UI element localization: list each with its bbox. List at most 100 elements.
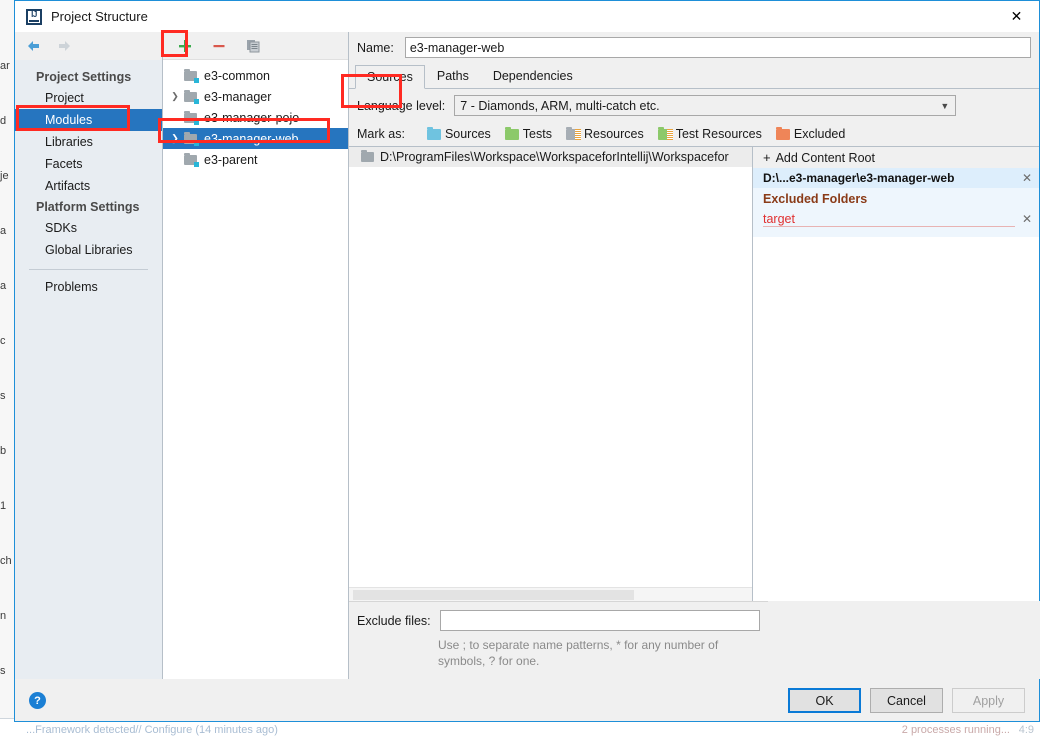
language-level-label: Language level: [357, 98, 446, 113]
content-root-path-text: D:\ProgramFiles\Workspace\WorkspaceforIn… [380, 150, 729, 164]
module-row-e3-parent[interactable]: e3-parent [163, 149, 348, 170]
sidebar-item-artifacts[interactable]: Artifacts [15, 175, 162, 197]
excluded-folders-header: Excluded Folders [753, 188, 1039, 209]
status-bar-zoom-text: 4:9 [1018, 724, 1034, 736]
module-tab-strip: Sources Paths Dependencies [349, 63, 1039, 89]
sidebar-item-global-libraries[interactable]: Global Libraries [15, 239, 162, 261]
module-name-input[interactable] [404, 37, 1031, 58]
intellij-idea-logo-icon [26, 8, 42, 25]
excluded-section-filler [753, 229, 1039, 237]
module-list-column: e3-common ❯ e3-manager e3-manager-pojo ❯… [163, 32, 349, 679]
minus-icon[interactable] [209, 36, 229, 56]
resources-folder-icon [565, 126, 581, 140]
arrow-left-icon[interactable] [25, 37, 43, 55]
tab-dependencies[interactable]: Dependencies [481, 64, 585, 88]
mark-as-resources-button[interactable]: Resources [565, 126, 644, 141]
mark-as-excluded-button[interactable]: Excluded [775, 126, 846, 141]
mark-as-sources-button[interactable]: Sources [426, 126, 491, 141]
exclude-files-input[interactable] [439, 610, 760, 631]
language-level-value: 7 - Diamonds, ARM, multi-catch etc. [460, 98, 660, 113]
sources-folder-icon [426, 126, 441, 140]
source-roots-empty-area [349, 167, 752, 587]
dialog-button-group: OK Cancel Apply [788, 688, 1025, 713]
mark-as-excluded-label: Excluded [793, 127, 846, 141]
chevron-right-icon[interactable]: ❯ [167, 91, 183, 102]
module-row-e3-manager[interactable]: ❯ e3-manager [163, 86, 348, 107]
sidebar-group-project-settings: Project Settings [36, 70, 132, 84]
mark-as-label: Mark as: [357, 127, 405, 141]
close-icon[interactable]: ✕ [1021, 172, 1033, 184]
status-bar-processes-text: 2 processes running... [901, 724, 1010, 736]
module-label: e3-manager-pojo [204, 110, 300, 125]
tab-paths[interactable]: Paths [425, 64, 481, 88]
excluded-folder-name: target [763, 212, 1015, 227]
sidebar-group-platform-settings: Platform Settings [36, 200, 140, 214]
sidebar-item-problems[interactable]: Problems [15, 276, 162, 298]
close-icon[interactable]: ✕ [1021, 213, 1033, 225]
exclude-files-hint: Use ; to separate name patterns, * for a… [438, 638, 719, 668]
module-folder-icon [183, 152, 199, 167]
sidebar-item-modules[interactable]: Modules [15, 109, 162, 131]
project-structure-dialog: Project Structure ✕ Project Setti [14, 0, 1040, 722]
apply-button: Apply [952, 688, 1025, 713]
plus-icon: + [763, 150, 771, 165]
mark-as-resources-label: Resources [583, 127, 644, 141]
horizontal-scrollbar[interactable] [349, 587, 752, 601]
chevron-down-icon: ▼ [940, 100, 950, 111]
language-level-dropdown[interactable]: 7 - Diamonds, ARM, multi-catch etc. ▼ [454, 95, 957, 116]
module-label: e3-common [204, 68, 270, 83]
module-detail-column: Name: Sources Paths Dependencies Languag… [349, 32, 1040, 679]
left-navigation-column: Project Settings Project Modules Librari… [15, 32, 163, 679]
exclude-files-label: Exclude files: [357, 613, 431, 628]
module-label: e3-manager [204, 89, 272, 104]
dialog-title-bar: Project Structure ✕ [15, 1, 1039, 32]
mark-as-tests-label: Tests [522, 127, 552, 141]
sidebar-item-project[interactable]: Project [15, 87, 162, 109]
content-root-sidebar: + Add Content Root D:\...e3-manager\e3-m… [753, 147, 1039, 601]
module-label: e3-parent [204, 152, 258, 167]
module-folder-icon [183, 131, 199, 146]
content-root-sidebar-empty-area [753, 237, 1039, 601]
chevron-right-icon[interactable]: ❯ [167, 133, 183, 144]
add-content-root-button[interactable]: + Add Content Root [753, 147, 1039, 168]
exclude-files-row: Exclude files: [357, 610, 760, 631]
mark-as-test-resources-label: Test Resources [675, 127, 762, 141]
mark-as-tests-button[interactable]: Tests [504, 126, 552, 141]
excluded-folder-row[interactable]: target ✕ [753, 209, 1039, 229]
content-root-path-row[interactable]: D:\ProgramFiles\Workspace\WorkspaceforIn… [349, 147, 752, 167]
content-roots-area: D:\ProgramFiles\Workspace\WorkspaceforIn… [349, 146, 1039, 601]
module-label: e3-manager-web [204, 131, 299, 146]
mark-as-row: Mark as: Sources Tests Resources Test Re… [349, 122, 1039, 146]
tests-folder-icon [504, 126, 519, 140]
module-name-label: Name: [357, 40, 394, 55]
module-folder-icon [183, 89, 199, 104]
module-row-e3-common[interactable]: e3-common [163, 65, 348, 86]
exclude-files-block: Exclude files: Use ; to separate name pa… [349, 601, 768, 679]
folder-icon [361, 150, 374, 162]
close-icon[interactable]: ✕ [994, 1, 1039, 31]
help-icon[interactable]: ? [29, 692, 46, 709]
ok-button[interactable]: OK [788, 688, 861, 713]
module-folder-icon [183, 110, 199, 125]
source-roots-pane: D:\ProgramFiles\Workspace\WorkspaceforIn… [349, 147, 753, 601]
module-row-e3-manager-web[interactable]: ❯ e3-manager-web [163, 128, 348, 149]
cancel-button[interactable]: Cancel [870, 688, 943, 713]
module-folder-icon [183, 68, 199, 83]
tab-sources[interactable]: Sources [355, 65, 425, 89]
dialog-body: Project Settings Project Modules Librari… [15, 32, 1040, 679]
sidebar-item-sdks[interactable]: SDKs [15, 217, 162, 239]
content-root-item[interactable]: D:\...e3-manager\e3-manager-web ✕ [753, 168, 1039, 188]
plus-icon[interactable] [175, 36, 195, 56]
arrow-right-icon[interactable] [55, 37, 73, 55]
add-content-root-label: Add Content Root [775, 150, 875, 165]
horizontal-scrollbar-thumb[interactable] [353, 590, 634, 600]
module-name-row: Name: [349, 32, 1039, 63]
footer-filler [768, 601, 1040, 679]
copy-icon[interactable] [243, 36, 263, 56]
mark-as-test-resources-button[interactable]: Test Resources [657, 126, 762, 141]
sidebar-item-facets[interactable]: Facets [15, 153, 162, 175]
navigation-toolbar [15, 32, 162, 60]
module-row-e3-manager-pojo[interactable]: e3-manager-pojo [163, 107, 348, 128]
sidebar-item-libraries[interactable]: Libraries [15, 131, 162, 153]
dialog-button-bar: ? OK Cancel Apply [15, 679, 1039, 721]
